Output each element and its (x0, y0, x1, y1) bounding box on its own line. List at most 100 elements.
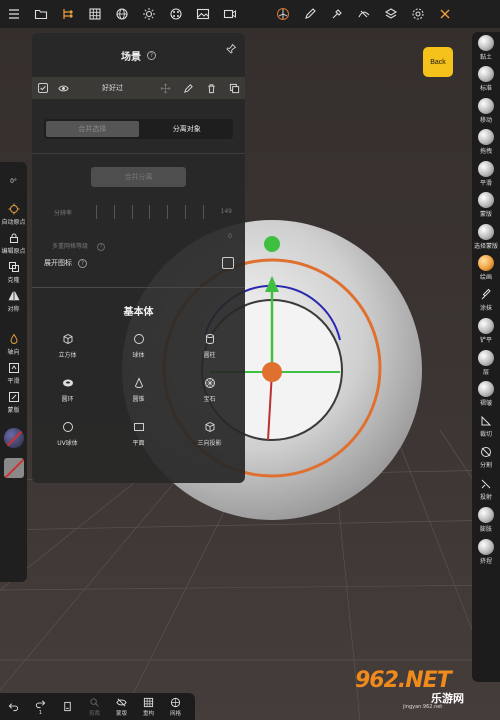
smooth-brush-icon (478, 160, 494, 177)
tool-smooth[interactable]: 平滑 (472, 158, 500, 190)
color-swatch-dark[interactable] (3, 428, 24, 448)
angle-readout[interactable]: 0° (0, 178, 27, 185)
clone-button[interactable]: 克隆 (0, 261, 27, 284)
tools-icon[interactable] (431, 0, 458, 28)
globe-icon[interactable] (108, 0, 135, 28)
edit-origin-button[interactable]: 编辑原点 (0, 232, 27, 255)
clay-brush-icon (478, 34, 494, 51)
tool-crease[interactable]: 褶皱 (472, 379, 500, 411)
separate-objects-tab[interactable]: 分离对象 (141, 119, 234, 139)
primitive-plane[interactable]: 平面 (103, 421, 174, 447)
panel-header: 场景 ? (32, 33, 245, 77)
multires-row: 多重网格等级 ? 0 (52, 233, 232, 251)
grid-icon[interactable] (81, 0, 108, 28)
image-icon[interactable] (189, 0, 216, 28)
tool-mask[interactable]: 蒙版 (472, 190, 500, 222)
tool-clay[interactable]: 黏土 (472, 32, 500, 64)
menu-icon[interactable] (0, 0, 27, 28)
primitive-triplanar[interactable]: 三向投影 (174, 421, 245, 447)
mask-icon (8, 392, 19, 402)
auto-origin-button[interactable]: 自动原点 (0, 203, 27, 226)
smooth-button[interactable]: 平滑 (0, 362, 27, 385)
tool-standard[interactable]: 标准 (472, 64, 500, 96)
axis-button[interactable]: 轴向 (0, 333, 27, 356)
expand-icons-checkbox[interactable] (222, 257, 234, 269)
symmetry-icon (8, 291, 19, 301)
merge-separate-button[interactable]: 合并分离 (91, 167, 186, 187)
cone-icon (134, 377, 143, 388)
layer-brush-icon (478, 349, 494, 366)
divider (32, 153, 245, 154)
layers-icon[interactable] (377, 0, 404, 28)
merge-selection-tab[interactable]: 合并选择 (46, 121, 139, 137)
symmetry-button[interactable]: 对称 (0, 290, 27, 313)
lock-icon (9, 233, 18, 243)
tool-select-mask[interactable]: 选择蒙版 (472, 221, 500, 253)
inflate-icon (478, 507, 494, 524)
remesh-button[interactable]: 重构 (135, 693, 162, 720)
primitive-uv-sphere[interactable]: UV球体 (32, 421, 103, 447)
video-icon[interactable] (216, 0, 243, 28)
tool-pinch[interactable]: 挤捏 (472, 536, 500, 568)
primitive-gem[interactable]: 宝石 (174, 377, 245, 403)
tool-project[interactable]: 投射 (472, 473, 500, 505)
tool-paint[interactable]: 绘画 (472, 253, 500, 285)
settings-icon[interactable] (404, 0, 431, 28)
mask-toggle-button[interactable]: 蒙版 (108, 693, 135, 720)
pin-icon[interactable] (226, 39, 237, 58)
tool-smudge[interactable]: 涂抹 (472, 284, 500, 316)
trash-icon[interactable] (206, 83, 217, 94)
undo-button[interactable] (0, 693, 27, 720)
bottom-toolbar: 1 剪裁 蒙版 重构 网格 (0, 693, 195, 720)
mesh-button[interactable]: 网格 (162, 693, 189, 720)
resolution-slider[interactable]: 分辨率 149 (52, 205, 232, 221)
split-icon (481, 447, 491, 458)
file-button[interactable] (54, 693, 81, 720)
uv-sphere-icon (62, 422, 73, 432)
multires-help-icon[interactable]: ? (97, 243, 106, 251)
tool-split[interactable]: 分割 (472, 442, 500, 474)
cylinder-icon (205, 334, 214, 344)
redo-button[interactable]: 1 (27, 693, 54, 720)
object-row[interactable]: 好好过 (32, 77, 245, 99)
object-name[interactable]: 好好过 (102, 83, 123, 93)
search-icon (90, 697, 99, 707)
pen-icon[interactable] (296, 0, 323, 28)
expand-help-icon[interactable]: ? (78, 258, 87, 268)
color-swatch-gray[interactable] (3, 458, 24, 478)
merge-separate-toggle: 合并选择 分离对象 (44, 119, 233, 139)
tool-move[interactable]: 移动 (472, 95, 500, 127)
watermark-url: jingyan.962.net (403, 704, 443, 710)
tool-trim[interactable]: 裁切 (472, 410, 500, 442)
tool-inflate[interactable]: 膨胀 (472, 505, 500, 537)
gizmo-icon[interactable] (269, 0, 296, 28)
resolution-value: 149 (220, 208, 232, 215)
tool-layer[interactable]: 层 (472, 347, 500, 379)
back-button[interactable]: Back (423, 47, 453, 77)
folder-icon[interactable] (27, 0, 54, 28)
primitive-cone[interactable]: 圆锥 (103, 377, 174, 403)
eye-icon[interactable] (58, 83, 69, 94)
help-icon[interactable]: ? (147, 50, 156, 60)
object-checkbox[interactable] (38, 83, 48, 93)
duplicate-icon[interactable] (229, 83, 240, 94)
sun-icon[interactable] (135, 0, 162, 28)
tool-flatten[interactable]: 铲平 (472, 316, 500, 348)
primitive-cube[interactable]: 立方体 (32, 333, 103, 359)
scene-tree-icon[interactable] (54, 0, 81, 28)
multires-label: 多重网格等级 (52, 243, 89, 250)
curve-icon[interactable] (350, 0, 377, 28)
clip-button[interactable]: 剪裁 (81, 693, 108, 720)
primitive-torus[interactable]: 圆环 (32, 377, 103, 403)
rename-pen-icon[interactable] (183, 83, 194, 94)
project-icon (481, 479, 491, 489)
smudge-icon (481, 288, 491, 300)
primitive-cylinder[interactable]: 圆柱 (174, 333, 245, 359)
mask-button[interactable]: 蒙版 (0, 391, 27, 414)
material-icon[interactable] (162, 0, 189, 28)
tool-drag[interactable]: 拖拽 (472, 127, 500, 159)
primitive-sphere[interactable]: 球体 (103, 333, 174, 359)
dropper-icon[interactable] (323, 0, 350, 28)
move-icon[interactable] (160, 83, 171, 94)
smooth-icon (8, 363, 19, 373)
